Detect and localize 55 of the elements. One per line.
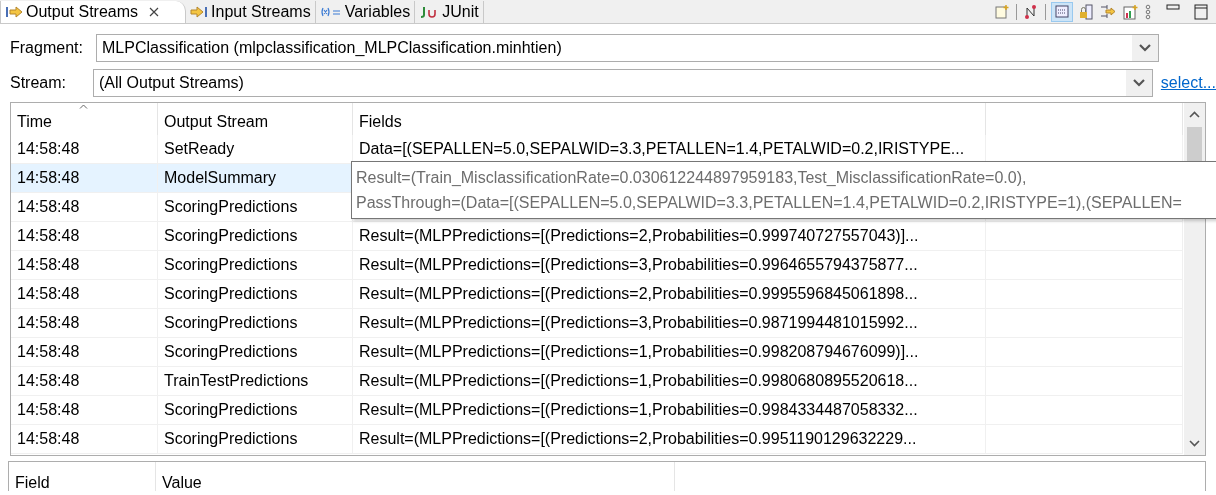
dropdown-field[interactable]: (All Output Streams) [93, 69, 1153, 97]
chevron-down-icon [1139, 44, 1151, 52]
fields-cell: Result=(MLPPredictions=[(Predictions=1,Probabilities=0.998208794676099)]... [353, 338, 986, 367]
fields-cell: Result=(MLPPredictions=[(Predictions=1,Probabilities=0.9980680895520618... [353, 367, 986, 396]
more-icon[interactable] [1144, 4, 1152, 20]
dropdown-field[interactable]: MLPClassification (mlpclassification_MLPClassification.minhtien) [96, 34, 1159, 62]
chevron-up-icon[interactable] [1189, 111, 1200, 118]
sort-caret-icon [79, 104, 88, 109]
column-header[interactable]: Value [156, 462, 675, 491]
fields-cell: Result=(MLPPredictions=[(Predictions=3,Probabilities=0.9964655794375877... [353, 251, 986, 280]
tooltip: Result=(Train_MisclassificationRate=0.030612244897959183,Test_MisclassificationRate=0.0), PassThrough=(Data=[(SEPALLEN=5.0,SEPALWID=3.3,PETALLEN=1.4,PETALWID=0.2,IRISTYPE=1),(SEPALLEN= [351, 161, 1216, 219]
arrow-icon [5, 6, 23, 18]
stream-cell: ScoringPredictions [158, 425, 353, 454]
arrow-icon [190, 6, 209, 18]
arrows-icon[interactable] [1100, 4, 1116, 20]
chevron-down-icon[interactable] [1189, 440, 1200, 447]
stream-cell: ScoringPredictions [158, 309, 353, 338]
chevron-down-icon [1132, 79, 1145, 87]
field-label: Stream: [10, 74, 67, 92]
time-cell: 14:58:48 [11, 309, 158, 338]
maximize-icon[interactable] [1194, 4, 1208, 20]
stream-cell: ScoringPredictions [158, 280, 353, 309]
fields-cell: Result=(MLPPredictions=[(Predictions=2,Probabilities=0.9995596845061898... [353, 280, 986, 309]
time-cell: 14:58:48 [11, 251, 158, 280]
column-header[interactable]: Field [9, 462, 156, 491]
time-cell: 14:58:48 [11, 222, 158, 251]
fields-cell: Result=(MLPPredictions=[(Predictions=3,Probabilities=0.9871994481015992... [353, 309, 986, 338]
chart-icon[interactable] [1122, 4, 1138, 20]
close-icon[interactable] [149, 7, 160, 17]
fields-cell: Result=(MLPPredictions=[(Predictions=2,Probabilities=0.999740727557043)]... [353, 222, 986, 251]
variables-icon [319, 7, 342, 17]
column-header[interactable]: Output Stream [158, 103, 353, 135]
time-cell: 14:58:48 [11, 338, 158, 367]
pin-node-icon[interactable] [1023, 4, 1039, 20]
fields-cell: Result=(MLPPredictions=[(Predictions=1,Probabilities=0.9984334487058332... [353, 396, 986, 425]
time-cell: 14:58:48 [11, 396, 158, 425]
layout-icon[interactable] [1052, 3, 1072, 21]
stream-cell: TrainTestPredictions [158, 367, 353, 396]
time-cell: 14:58:48 [11, 164, 158, 193]
column-header[interactable]: Fields [353, 103, 986, 135]
time-cell: 14:58:48 [11, 280, 158, 309]
time-cell: 14:58:48 [11, 425, 158, 454]
stream-cell: ScoringPredictions [158, 251, 353, 280]
stream-cell: ScoringPredictions [158, 222, 353, 251]
stream-cell: ModelSummary [158, 164, 353, 193]
select-link[interactable]: select... [1160, 74, 1216, 92]
stream-cell: ScoringPredictions [158, 338, 353, 367]
view-tab[interactable]: Output Streams [0, 1, 187, 23]
field-label: Fragment: [10, 39, 84, 57]
lock-icon[interactable] [1078, 4, 1094, 20]
stream-cell: ScoringPredictions [158, 396, 353, 425]
time-cell: 14:58:48 [11, 193, 158, 222]
column-header[interactable]: Time [11, 103, 158, 135]
time-cell: 14:58:48 [11, 367, 158, 396]
fields-cell: Result=(MLPPredictions=[(Predictions=2,Probabilities=0.9951190129632229... [353, 425, 986, 454]
